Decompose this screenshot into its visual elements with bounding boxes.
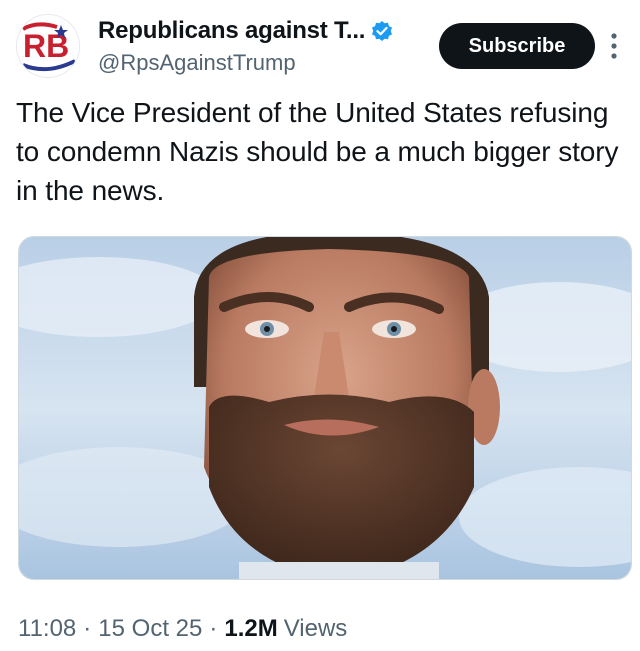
display-name[interactable]: Republicans against T... (98, 17, 365, 45)
post-time[interactable]: 11:08 (18, 615, 76, 643)
tweet-meta: 11:08 · 15 Oct 25 · 1.2M Views (18, 614, 347, 644)
separator: · (83, 615, 92, 642)
subscribe-button[interactable]: Subscribe (439, 23, 595, 69)
handle[interactable]: @RpsAgainstTrump (98, 50, 438, 76)
separator: · (209, 615, 218, 642)
more-vertical-icon[interactable] (604, 30, 624, 62)
views-label: Views (283, 615, 348, 642)
post-date[interactable]: 15 Oct 25 (98, 615, 202, 643)
verified-badge-icon[interactable] (371, 20, 393, 42)
views-count[interactable]: 1.2M (224, 615, 277, 643)
avatar[interactable]: RB (16, 14, 80, 78)
tweet-media-photo[interactable] (18, 236, 632, 580)
user-block: Republicans against T... @RpsAgainstTrum… (98, 16, 438, 76)
tweet-header: RB Republicans against T... @RpsAgainstT… (16, 12, 624, 78)
tweet-text: The Vice President of the United States … (16, 97, 619, 206)
avatar-logo-icon: RB (17, 15, 79, 77)
portrait-photo (19, 237, 631, 579)
display-name-row: Republicans against T... (98, 16, 438, 46)
